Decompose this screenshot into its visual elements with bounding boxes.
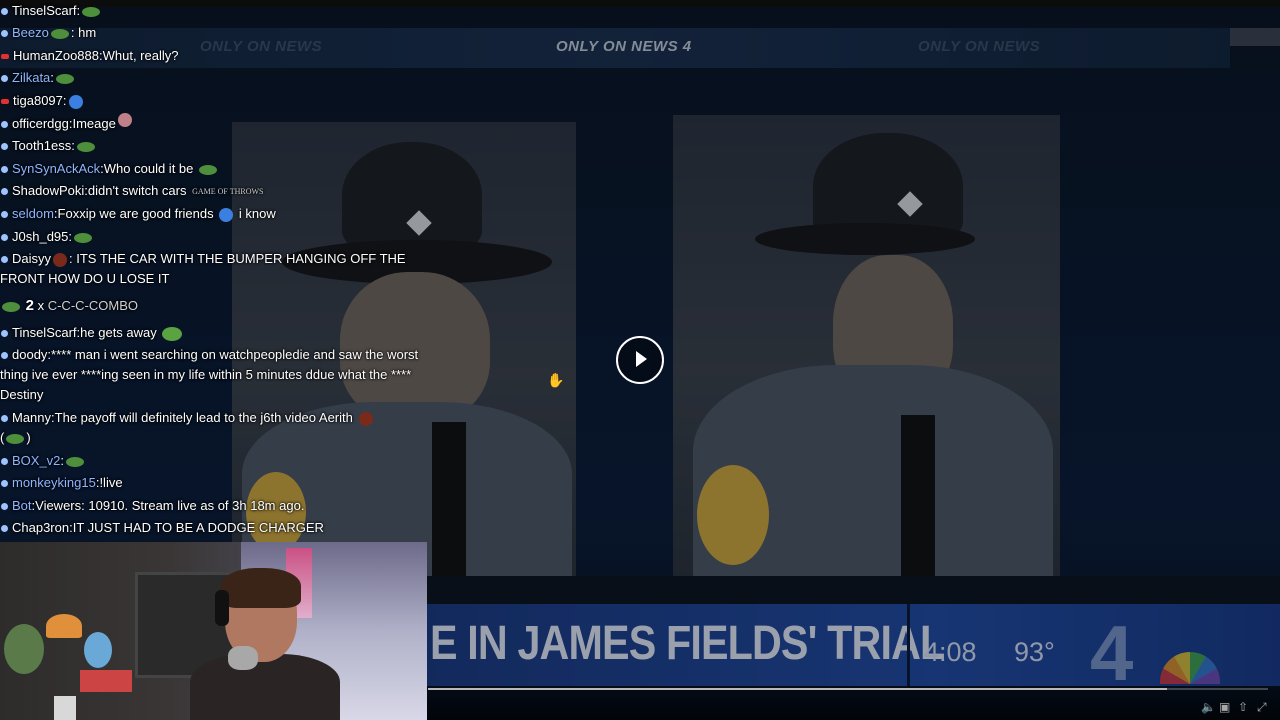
blue-emote-icon [68, 94, 83, 109]
headphones-icon [215, 590, 229, 626]
trooper-photo-right [673, 115, 1060, 581]
chat-message: TinselScarf:he gets away [0, 322, 184, 344]
face-emote-icon [117, 113, 132, 127]
chat-message: ShadowPoki:didn't switch cars GAME OF TH… [0, 180, 266, 202]
dark-emote-icon [53, 252, 68, 267]
pepe-emote-icon [2, 301, 20, 312]
pepe-emote-icon [74, 232, 93, 243]
volume-icon[interactable]: 🔈 [1201, 700, 1216, 714]
fullscreen-icon[interactable]: ⤢ [1257, 700, 1267, 715]
play-icon [636, 351, 647, 367]
only-on-news-ghost-left: ONLY ON NEWS [200, 38, 323, 55]
pepe-emote-icon [66, 456, 85, 467]
play-button[interactable] [616, 336, 664, 384]
chat-message: monkeyking15:!live [0, 472, 123, 494]
top-bar [0, 0, 1280, 7]
lower-third-temperature: 93° [1014, 637, 1055, 667]
frog-emote-icon [162, 326, 183, 341]
header-strip-edge [1230, 28, 1280, 46]
pepe-emote-icon [55, 73, 74, 84]
webcam-can [54, 696, 76, 720]
chat-message: Bot:Viewers: 10910. Stream live as of 3h… [0, 495, 304, 517]
chat-message: J0sh_d95: [0, 226, 94, 248]
chat-message: Zilkata: [0, 67, 76, 89]
game-of-throws-emote: GAME OF THROWS [192, 186, 264, 196]
blue-emote-icon [219, 207, 234, 222]
share-icon[interactable]: ⇧ [1238, 700, 1248, 714]
pepe-emote-icon [50, 28, 69, 39]
lower-third-divider [907, 604, 910, 686]
dark-emote-icon [358, 411, 373, 426]
chat-message: doody:**** man i went searching on watch… [0, 347, 419, 402]
chat-message: Manny:The payoff will definitely lead to… [0, 408, 425, 448]
captions-icon[interactable]: ▣ [1219, 700, 1230, 714]
chat-message: Daisyy: ITS THE CAR WITH THE BUMPER HANG… [0, 251, 406, 286]
video-progress-fill [428, 688, 1168, 690]
chat-message: tiga8097: [0, 90, 85, 112]
chat-message: seldom:Foxxip we are good friends i know [0, 203, 276, 225]
hand-cursor-icon: ✋ [547, 372, 565, 388]
streamer-hair [221, 568, 301, 608]
pepe-emote-icon [6, 433, 25, 444]
lower-third-headline: E IN JAMES FIELDS' TRIAL [430, 617, 945, 670]
pepe-emote-icon [82, 6, 101, 17]
webcam-figurine [84, 632, 112, 668]
chat-message: Beezo: hm [0, 22, 96, 44]
chat-message: officerdgg:Imeage [0, 113, 132, 135]
chat-message: HumanZoo888:Whut, really? [0, 45, 178, 67]
video-controls-bar [427, 686, 1280, 720]
pepe-emote-icon [76, 141, 95, 152]
chat-message: TinselScarf: [0, 0, 102, 22]
combo-message: 2 x C-C-C-COMBO [0, 295, 138, 317]
chat-message: BOX_v2: [0, 450, 86, 472]
webcam-overlay [0, 542, 427, 720]
pepe-emote-icon [199, 164, 217, 175]
webcam-books [80, 670, 132, 692]
chat-message: SynSynAckAck:Who could it be [0, 158, 219, 180]
chat-message: Chap3ron:IT JUST HAD TO BE A DODGE CHARG… [0, 517, 324, 539]
chat-message: Tooth1ess: [0, 135, 97, 157]
only-on-news-label: ONLY ON NEWS 4 [556, 38, 692, 55]
webcam-lamp [46, 614, 82, 638]
streamer-body [190, 654, 340, 720]
microphone-icon [228, 646, 258, 670]
webcam-plant [4, 624, 44, 674]
lower-third-time: 4:08 [924, 637, 977, 667]
video-progress-bar[interactable] [428, 688, 1268, 690]
only-on-news-ghost-right: ONLY ON NEWS [918, 38, 1041, 55]
